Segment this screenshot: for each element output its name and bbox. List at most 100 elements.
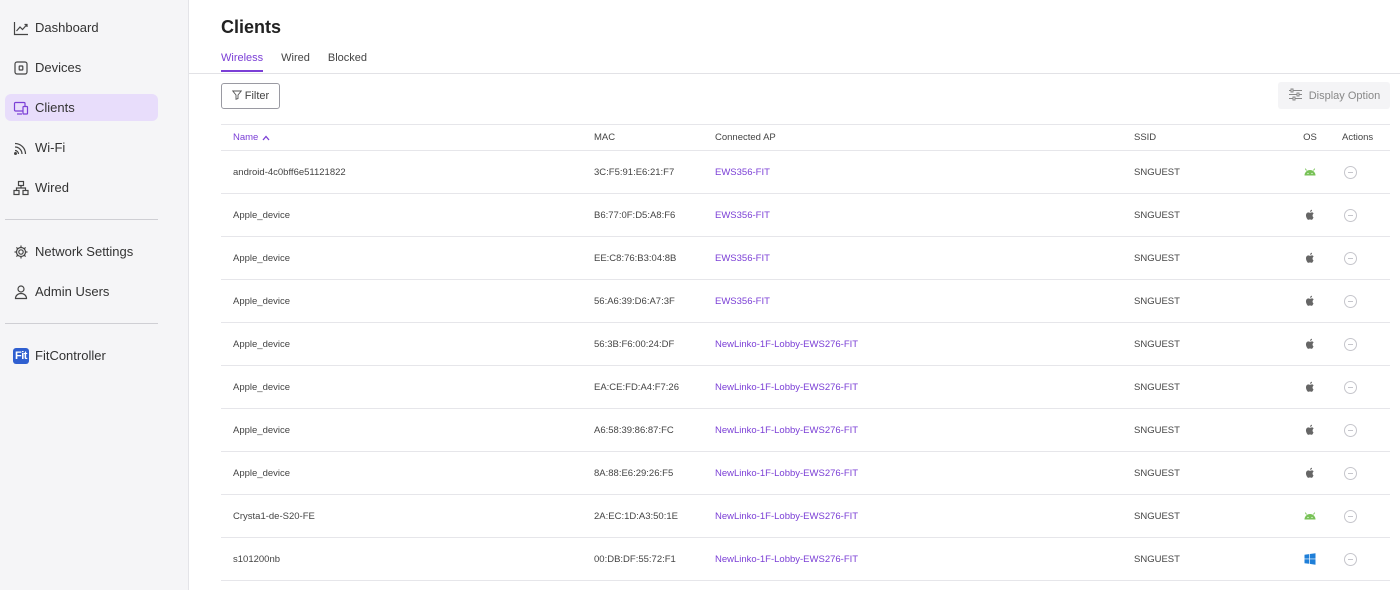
remove-circle-icon[interactable] (1344, 466, 1357, 480)
client-mac: 8A:88:E6:29:26:F5 (594, 467, 674, 479)
wifi-icon (13, 140, 29, 156)
remove-circle-icon[interactable] (1344, 208, 1357, 222)
android-icon (1303, 509, 1317, 523)
sidebar-item-fitcontroller[interactable]: Fit FitController (5, 342, 158, 369)
client-name: s101200nb (233, 553, 281, 565)
table-row[interactable]: Apple_device EE:C8:76:B3:04:8B EWS356-FIT S… (221, 237, 1390, 280)
sidebar: Dashboard Devices Clients Wi-Fi Wired Ne… (0, 0, 189, 590)
sidebar-item-dashboard[interactable]: Dashboard (5, 14, 158, 41)
table-row[interactable]: Apple_device 56:3B:F6:00:24:DF NewLinko-1F… (221, 323, 1390, 366)
sidebar-item-admin-users[interactable]: Admin Users (5, 278, 158, 305)
column-header-mac[interactable]: MAC (594, 125, 615, 150)
client-mac: 00:DB:DF:55:72:F1 (594, 553, 676, 565)
remove-circle-icon[interactable] (1344, 509, 1357, 523)
sidebar-item-devices[interactable]: Devices (5, 54, 158, 81)
table-row[interactable]: android-4c0bff6e51121822 3C:F5:91:E6:21:F… (221, 151, 1390, 194)
connected-ap-link[interactable]: EWS356-FIT (715, 167, 770, 178)
apple-icon (1303, 208, 1317, 222)
remove-circle-icon[interactable] (1344, 251, 1357, 265)
table-row[interactable]: Apple_device 56:A6:39:D6:A7:3F EWS356-FIT S… (221, 280, 1390, 323)
display-option-label: Display Option (1308, 89, 1381, 102)
remove-circle-icon[interactable] (1344, 165, 1357, 179)
sidebar-item-label: FitController (35, 348, 106, 363)
client-ssid: SNGUEST (1134, 510, 1180, 522)
remove-circle-icon[interactable] (1344, 294, 1357, 308)
gear-icon (13, 244, 29, 260)
table-row[interactable]: s101200nb 00:DB:DF:55:72:F1 NewLinko-1F-Lo… (221, 538, 1390, 581)
tab-bar: Wireless Wired Blocked (221, 52, 367, 72)
client-name: Apple_device (233, 295, 291, 307)
sidebar-item-clients[interactable]: Clients (5, 94, 158, 121)
client-mac: 2A:EC:1D:A3:50:1E (594, 510, 678, 522)
tab-blocked[interactable]: Blocked (328, 52, 367, 72)
clients-table: Name MAC Connected AP SSID OS Actions an… (221, 124, 1390, 581)
column-header-label: Name (233, 132, 259, 143)
sidebar-item-label: Devices (35, 60, 82, 75)
table-row[interactable]: Apple_device EA:CE:FD:A4:F7:26 NewLinko-1F… (221, 366, 1390, 409)
column-header-name[interactable]: Name (233, 125, 270, 150)
sidebar-item-wifi[interactable]: Wi-Fi (5, 134, 158, 161)
clients-icon (13, 100, 29, 116)
tab-wired[interactable]: Wired (281, 52, 310, 72)
client-ssid: SNGUEST (1134, 424, 1180, 436)
client-ssid: SNGUEST (1134, 252, 1180, 264)
sliders-icon (1288, 88, 1303, 104)
remove-circle-icon[interactable] (1344, 423, 1357, 437)
client-ssid: SNGUEST (1134, 166, 1180, 178)
wired-network-icon (13, 180, 29, 196)
tabs-divider (189, 73, 1400, 74)
table-row[interactable]: Apple_device A6:58:39:86:87:FC NewLinko-1F… (221, 409, 1390, 452)
sidebar-divider (5, 323, 158, 324)
connected-ap-link[interactable]: NewLinko-1F-Lobby-EWS276-FIT (715, 511, 858, 522)
client-mac: B6:77:0F:D5:A8:F6 (594, 209, 676, 221)
sidebar-item-label: Dashboard (35, 20, 99, 35)
client-name: Apple_device (233, 209, 291, 221)
apple-icon (1303, 380, 1317, 394)
client-mac: EA:CE:FD:A4:F7:26 (594, 381, 680, 393)
sidebar-item-wired[interactable]: Wired (5, 174, 158, 201)
filter-button[interactable]: Filter (221, 83, 280, 109)
page-title: Clients (221, 17, 282, 37)
connected-ap-link[interactable]: NewLinko-1F-Lobby-EWS276-FIT (715, 382, 858, 393)
client-mac: A6:58:39:86:87:FC (594, 424, 674, 436)
connected-ap-link[interactable]: NewLinko-1F-Lobby-EWS276-FIT (715, 425, 858, 436)
filter-label: Filter (244, 90, 270, 102)
table-row[interactable]: Apple_device 8A:88:E6:29:26:F5 NewLinko-1F… (221, 452, 1390, 495)
connected-ap-link[interactable]: EWS356-FIT (715, 296, 770, 307)
column-header-connected-ap[interactable]: Connected AP (715, 125, 776, 150)
client-ssid: SNGUEST (1134, 338, 1180, 350)
connected-ap-link[interactable]: NewLinko-1F-Lobby-EWS276-FIT (715, 339, 858, 350)
connected-ap-link[interactable]: NewLinko-1F-Lobby-EWS276-FIT (715, 554, 858, 565)
user-icon (13, 284, 29, 300)
tab-wireless[interactable]: Wireless (221, 52, 264, 72)
client-name: Apple_device (233, 381, 291, 393)
display-option-button[interactable]: Display Option (1278, 82, 1390, 109)
client-name: Apple_device (233, 338, 291, 350)
table-body: android-4c0bff6e51121822 3C:F5:91:E6:21:F… (221, 151, 1390, 581)
client-mac: 56:3B:F6:00:24:DF (594, 338, 675, 350)
android-icon (1303, 165, 1317, 179)
remove-circle-icon[interactable] (1344, 552, 1357, 566)
client-ssid: SNGUEST (1134, 295, 1180, 307)
client-mac: EE:C8:76:B3:04:8B (594, 252, 677, 264)
sidebar-item-label: Admin Users (35, 284, 110, 299)
sidebar-item-network-settings[interactable]: Network Settings (5, 238, 158, 265)
chart-line-icon (13, 20, 29, 36)
connected-ap-link[interactable]: NewLinko-1F-Lobby-EWS276-FIT (715, 468, 858, 479)
connected-ap-link[interactable]: EWS356-FIT (715, 210, 770, 221)
client-name: Apple_device (233, 467, 291, 479)
table-row[interactable]: Apple_device B6:77:0F:D5:A8:F6 EWS356-FIT S… (221, 194, 1390, 237)
table-row[interactable]: Crysta1-de-S20-FE 2A:EC:1D:A3:50:1E NewLin… (221, 495, 1390, 538)
windows-icon (1303, 552, 1317, 566)
apple-icon (1303, 294, 1317, 308)
client-ssid: SNGUEST (1134, 209, 1180, 221)
column-header-ssid[interactable]: SSID (1134, 125, 1156, 150)
sort-ascending-icon (262, 135, 270, 141)
remove-circle-icon[interactable] (1344, 380, 1357, 394)
apple-icon (1303, 466, 1317, 480)
connected-ap-link[interactable]: EWS356-FIT (715, 253, 770, 264)
device-icon (13, 60, 29, 76)
remove-circle-icon[interactable] (1344, 337, 1357, 351)
client-mac: 56:A6:39:D6:A7:3F (594, 295, 675, 307)
column-header-os: OS (1303, 132, 1317, 143)
